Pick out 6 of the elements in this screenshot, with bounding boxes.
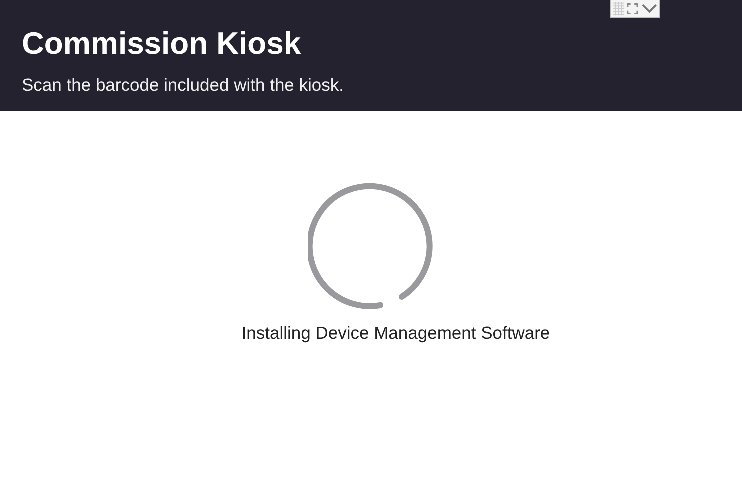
loading-spinner-icon xyxy=(308,181,436,309)
chevron-down-icon[interactable] xyxy=(642,4,658,14)
page-title: Commission Kiosk xyxy=(22,26,302,62)
expand-icon[interactable] xyxy=(627,2,639,14)
status-message: Installing Device Management Software xyxy=(242,323,550,344)
page-subtitle: Scan the barcode included with the kiosk. xyxy=(22,74,345,96)
